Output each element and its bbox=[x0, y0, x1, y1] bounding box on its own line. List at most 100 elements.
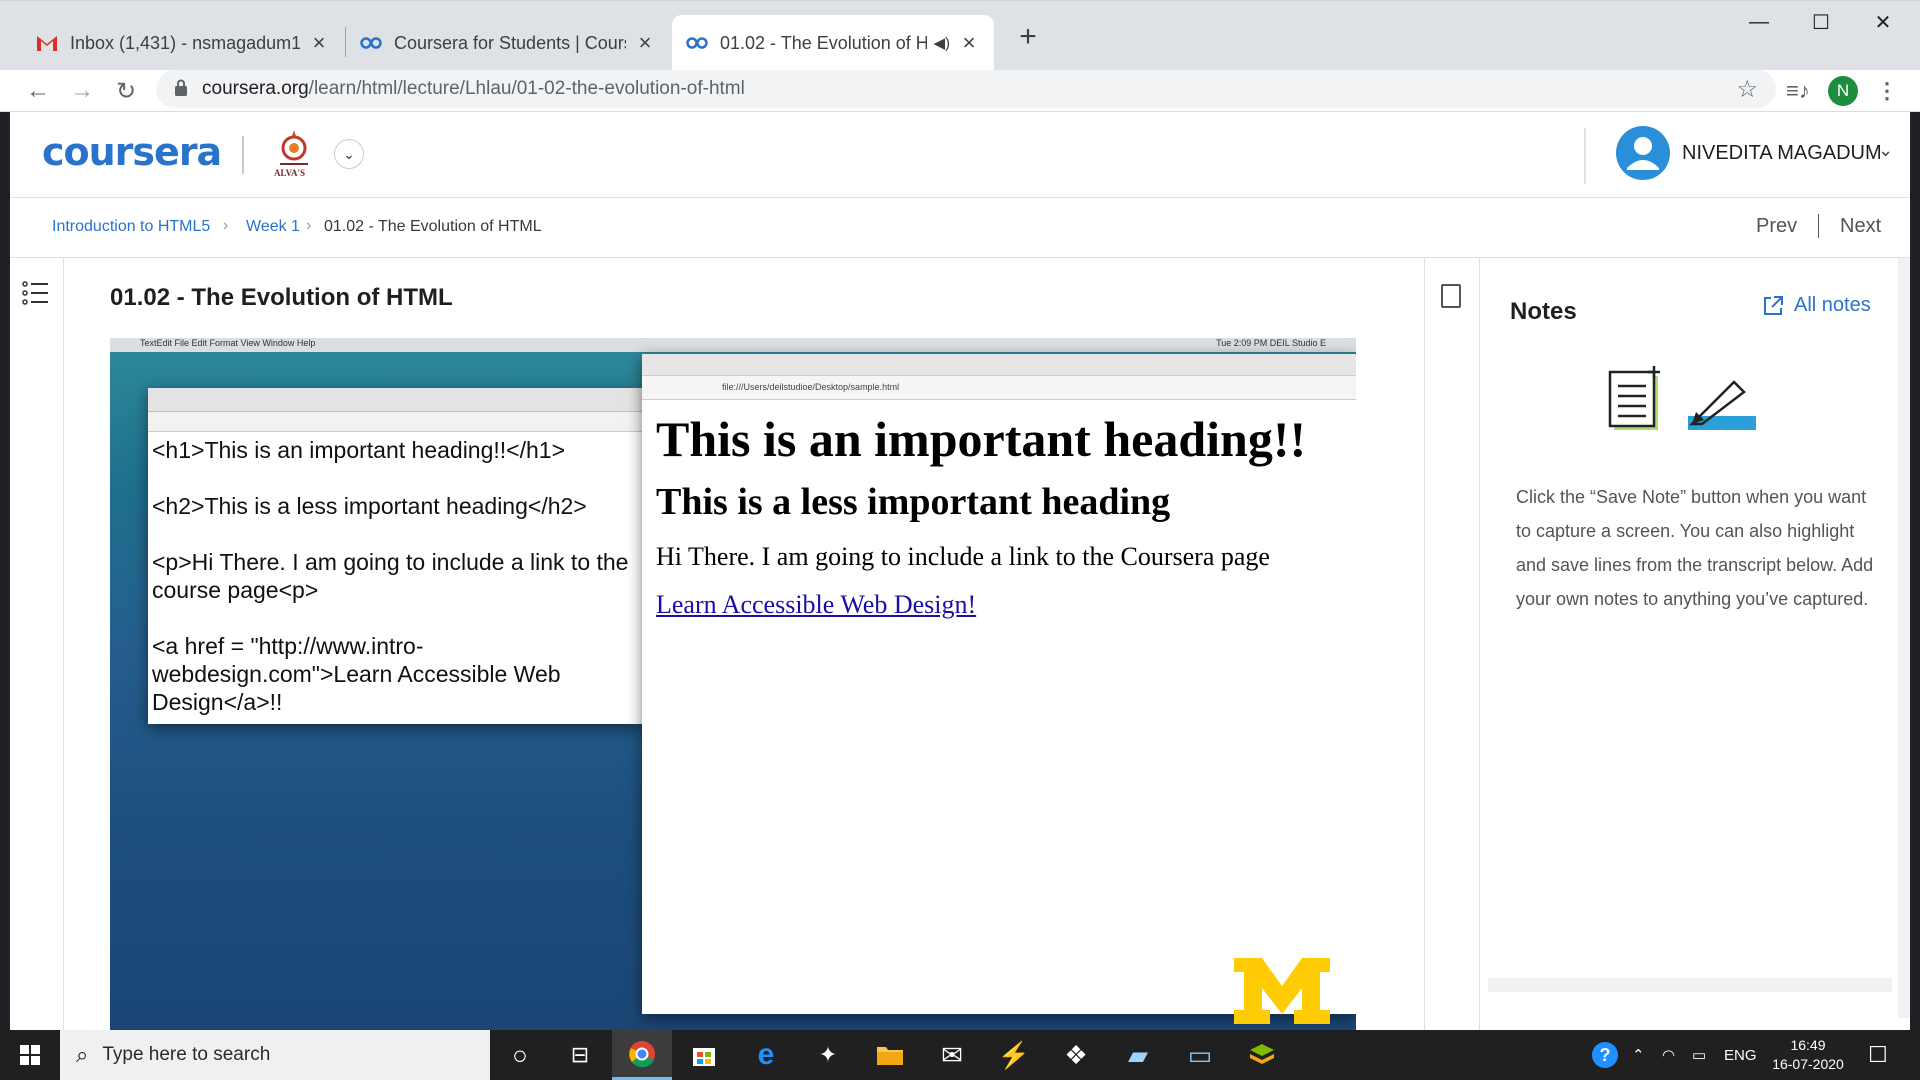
url-text: coursera.org/learn/html/lecture/Lhlau/01… bbox=[202, 78, 745, 100]
coursera-logo[interactable]: coursera bbox=[42, 130, 222, 174]
new-tab-button[interactable]: + bbox=[1012, 20, 1044, 53]
help-icon[interactable]: ? bbox=[1590, 1030, 1620, 1080]
external-link-icon bbox=[1764, 295, 1783, 315]
back-arrow-icon[interactable]: ← bbox=[20, 74, 56, 108]
tab-label: Inbox (1,431) - nsmagadum1006 bbox=[70, 32, 300, 53]
svg-text:?: ? bbox=[1600, 1045, 1611, 1065]
video-browser-url: file:///Users/deilstudioe/Desktop/sample… bbox=[642, 376, 1356, 400]
clock[interactable]: 16:49 16-07-2020 bbox=[1770, 1036, 1846, 1074]
chevron-right-icon: › bbox=[306, 217, 312, 234]
close-icon[interactable]: × bbox=[634, 30, 656, 55]
horizontal-scrollbar[interactable] bbox=[1488, 978, 1892, 992]
all-notes-link[interactable]: All notes bbox=[1762, 294, 1871, 317]
user-name[interactable]: NIVEDITA MAGADUM bbox=[1682, 142, 1882, 165]
user-avatar[interactable] bbox=[1616, 126, 1670, 180]
window-edge bbox=[0, 112, 10, 1030]
header-divider bbox=[1584, 128, 1586, 184]
close-window-button[interactable]: ✕ bbox=[1852, 1, 1914, 43]
window-edge bbox=[1910, 112, 1920, 1030]
forward-arrow-icon[interactable]: → bbox=[64, 74, 100, 108]
tab-gmail[interactable]: Inbox (1,431) - nsmagadum1006 × bbox=[22, 15, 344, 71]
breadcrumb-current: 01.02 - The Evolution of HTML bbox=[324, 218, 542, 235]
code-line: <h1>This is an important heading!!</h1> bbox=[152, 437, 566, 463]
notes-instructions: Click the “Save Note” button when you wa… bbox=[1516, 487, 1874, 609]
chevron-down-icon[interactable]: ⌄ bbox=[1878, 140, 1893, 161]
notification-icon[interactable]: ☐ bbox=[1868, 1030, 1888, 1080]
app-icon[interactable]: ▰ bbox=[1108, 1030, 1168, 1080]
video-mac-menubar: TextEdit File Edit Format View Window He… bbox=[110, 338, 1356, 352]
chrome-icon[interactable] bbox=[612, 1030, 672, 1080]
search-placeholder: Type here to search bbox=[102, 1044, 271, 1065]
institution-logo[interactable]: ALVA'S bbox=[272, 126, 316, 182]
taskbar-search[interactable]: ⌕ Type here to search bbox=[60, 1030, 490, 1080]
edge-icon[interactable]: e bbox=[736, 1030, 796, 1080]
institution-label: ALVA'S bbox=[274, 168, 306, 178]
rendered-link: Learn Accessible Web Design! bbox=[656, 590, 977, 619]
rendered-paragraph: Hi There. I am going to include a link t… bbox=[656, 542, 1270, 571]
left-rail bbox=[10, 258, 64, 1030]
header-divider bbox=[242, 136, 244, 174]
clock-time: 16:49 bbox=[1790, 1037, 1826, 1053]
video-player[interactable]: TextEdit File Edit Format View Window He… bbox=[110, 338, 1356, 1030]
tab-label: 01.02 - The Evolution of HTM bbox=[720, 32, 928, 53]
rendered-h2: This is a less important heading bbox=[656, 481, 1171, 523]
file-explorer-icon[interactable] bbox=[860, 1030, 920, 1080]
page-title: 01.02 - The Evolution of HTML bbox=[110, 284, 453, 311]
taskbar: ⌕ Type here to search ○ ⊟ e ✦ ✉ ⚡ ❖ ▰ ▭ … bbox=[0, 1030, 1920, 1080]
language-indicator[interactable]: ENG bbox=[1724, 1030, 1757, 1080]
code-line: <h2>This is a less important heading</h2… bbox=[152, 493, 587, 519]
app-icon[interactable]: ✦ bbox=[798, 1030, 858, 1080]
close-icon[interactable]: × bbox=[308, 30, 330, 55]
maximize-button[interactable]: ☐ bbox=[1790, 1, 1852, 43]
lock-icon bbox=[175, 79, 187, 96]
video-browser-window: file:///Users/deilstudioe/Desktop/sample… bbox=[642, 354, 1356, 1014]
code-line: <a href = "http://www.intro-webdesign.co… bbox=[152, 633, 561, 715]
url-domain: coursera.org bbox=[202, 78, 309, 99]
page-viewport: coursera ALVA'S ⌄ NIVEDITA MAGADUM ⌄ Int… bbox=[10, 112, 1910, 1030]
bluestacks-icon[interactable] bbox=[1232, 1030, 1292, 1080]
minimize-button[interactable]: — bbox=[1728, 1, 1790, 43]
tab-evolution-of-html[interactable]: 01.02 - The Evolution of HTM ◀) × bbox=[672, 15, 994, 71]
course-outline-icon[interactable] bbox=[22, 280, 50, 306]
bookmark-star-icon[interactable]: ☆ bbox=[1736, 75, 1758, 104]
speaker-icon[interactable]: ◀) bbox=[933, 34, 950, 52]
app-icon[interactable]: ▭ bbox=[1170, 1030, 1230, 1080]
vertical-scrollbar[interactable] bbox=[1898, 258, 1910, 1018]
search-icon: ⌕ bbox=[76, 1042, 89, 1067]
chevron-right-icon: › bbox=[223, 217, 229, 234]
chevron-up-icon[interactable]: ⌃ bbox=[1632, 1030, 1645, 1080]
chevron-down-icon[interactable]: ⌄ bbox=[334, 139, 364, 169]
coursera-icon bbox=[686, 32, 708, 54]
dropbox-icon[interactable]: ❖ bbox=[1046, 1030, 1106, 1080]
media-control-icon[interactable]: ≡♪ bbox=[1786, 74, 1810, 108]
gmail-icon bbox=[36, 32, 58, 54]
tab-coursera-students[interactable]: Coursera for Students | Coursera × bbox=[346, 15, 670, 71]
profile-avatar[interactable]: N bbox=[1828, 74, 1858, 108]
notes-rail bbox=[1424, 258, 1480, 1030]
wifi-icon[interactable]: ◠ bbox=[1662, 1030, 1675, 1080]
coursera-icon bbox=[360, 32, 382, 54]
breadcrumb-course[interactable]: Introduction to HTML5 bbox=[52, 218, 210, 236]
cortana-icon[interactable]: ○ bbox=[490, 1030, 550, 1080]
close-icon[interactable]: × bbox=[958, 30, 980, 55]
store-icon[interactable] bbox=[674, 1030, 734, 1080]
notes-toggle-icon[interactable] bbox=[1441, 284, 1461, 308]
breadcrumb: Introduction to HTML5 › Week 1 › 01.02 -… bbox=[10, 198, 1910, 258]
next-button[interactable]: Next bbox=[1840, 215, 1881, 238]
kebab-menu-icon[interactable]: ⋮ bbox=[1876, 74, 1898, 108]
tab-strip: Inbox (1,431) - nsmagadum1006 × Coursera… bbox=[0, 0, 1920, 71]
battery-icon[interactable]: ▭ bbox=[1692, 1030, 1706, 1080]
rendered-h1: This is an important heading!! bbox=[656, 411, 1307, 467]
windows-start-button[interactable] bbox=[0, 1030, 60, 1080]
task-view-icon[interactable]: ⊟ bbox=[550, 1030, 610, 1080]
prev-button[interactable]: Prev bbox=[1756, 215, 1797, 238]
app-icon[interactable]: ⚡ bbox=[984, 1030, 1044, 1080]
mail-icon[interactable]: ✉ bbox=[922, 1030, 982, 1080]
breadcrumb-week[interactable]: Week 1 bbox=[246, 218, 300, 236]
code-line: <p>Hi There. I am going to include a lin… bbox=[152, 549, 629, 603]
browser-toolbar: ← → ↻ coursera.org/learn/html/lecture/Lh… bbox=[0, 70, 1920, 112]
notes-title: Notes bbox=[1510, 298, 1577, 325]
reload-icon[interactable]: ↻ bbox=[108, 74, 144, 108]
address-bar[interactable]: coursera.org/learn/html/lecture/Lhlau/01… bbox=[156, 70, 1776, 108]
divider bbox=[1818, 214, 1819, 238]
